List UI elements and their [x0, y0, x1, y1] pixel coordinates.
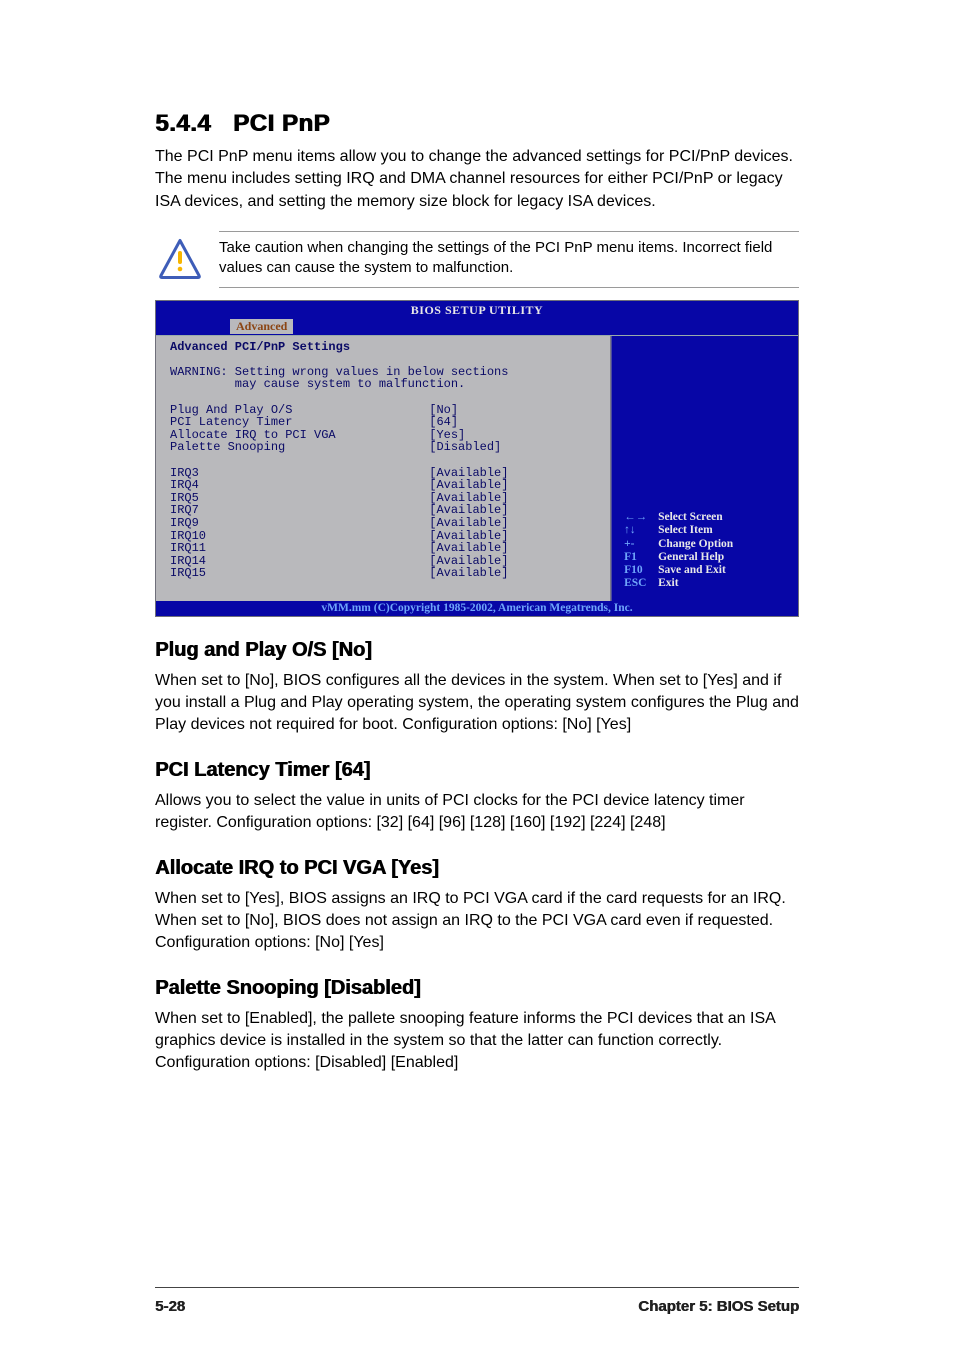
subsection-body: When set to [Enabled], the pallete snoop…	[155, 1008, 799, 1075]
bios-line	[170, 454, 602, 467]
bios-nav-hints: ←→Select Screen↑↓Select Item+-Change Opt…	[624, 511, 733, 590]
bios-nav-key: ↑↓	[624, 524, 658, 537]
page: 5.4.4 PCI PnP The PCI PnP menu items allo…	[0, 0, 954, 1351]
subsection-heading: PCI Latency Timer [64]	[155, 759, 799, 782]
bios-title: BIOS SETUP UTILITY	[156, 301, 798, 319]
bios-nav-row: ↑↓Select Item	[624, 524, 733, 537]
bios-setup-panel: BIOS SETUP UTILITY Advanced Advanced PCI…	[155, 300, 799, 617]
bios-settings-pane: Advanced PCI/PnP Settings WARNING: Setti…	[156, 336, 611, 601]
subsection-heading: Palette Snooping [Disabled]	[155, 977, 799, 1000]
subsections: Plug and Play O/S [No] When set to [No], …	[155, 639, 799, 1075]
bios-nav-row: ESCExit	[624, 577, 733, 590]
bios-nav-label: Exit	[658, 577, 678, 590]
alert-triangle-icon	[155, 231, 205, 288]
section-intro: The PCI PnP menu items allow you to chan…	[155, 146, 799, 213]
bios-line: may cause system to malfunction.	[170, 378, 602, 391]
bios-nav-row: F1General Help	[624, 551, 733, 564]
bios-copyright: vMM.mm (C)Copyright 1985-2002, American …	[156, 601, 798, 616]
bios-line	[170, 391, 602, 404]
bios-nav-label: General Help	[658, 551, 724, 564]
bios-line: IRQ4 [Available]	[170, 479, 602, 492]
section-heading: 5.4.4 PCI PnP	[155, 110, 799, 138]
bios-help-pane: ←→Select Screen↑↓Select Item+-Change Opt…	[611, 336, 798, 601]
bios-line: IRQ15 [Available]	[170, 567, 602, 580]
page-footer: 5-28 Chapter 5: BIOS Setup	[155, 1287, 799, 1315]
subsection-body: When set to [Yes], BIOS assigns an IRQ t…	[155, 888, 799, 955]
bios-nav-row: ←→Select Screen	[624, 511, 733, 524]
bios-nav-label: Select Item	[658, 524, 713, 537]
bios-nav-label: Select Screen	[658, 511, 723, 524]
subsection-heading: Plug and Play O/S [No]	[155, 639, 799, 662]
section-number: 5.4.4	[155, 110, 211, 137]
bios-line: IRQ11 [Available]	[170, 542, 602, 555]
bios-line: PCI Latency Timer [64]	[170, 416, 602, 429]
bios-nav-key: F1	[624, 551, 658, 564]
chapter-label: Chapter 5: BIOS Setup	[638, 1298, 799, 1315]
caution-text: Take caution when changing the settings …	[219, 231, 799, 288]
bios-tab-bar: Advanced	[156, 319, 798, 335]
bios-nav-label: Save and Exit	[658, 564, 726, 577]
bios-nav-key: ←→	[624, 511, 658, 524]
bios-nav-row: F10Save and Exit	[624, 564, 733, 577]
bios-line: Advanced PCI/PnP Settings	[170, 341, 602, 354]
subsection-body: When set to [No], BIOS configures all th…	[155, 670, 799, 737]
subsection-heading: Allocate IRQ to PCI VGA [Yes]	[155, 857, 799, 880]
bios-nav-key: F10	[624, 564, 658, 577]
bios-nav-row: +-Change Option	[624, 538, 733, 551]
bios-tab-advanced[interactable]: Advanced	[230, 319, 293, 334]
page-number: 5-28	[155, 1298, 185, 1315]
subsection-body: Allows you to select the value in units …	[155, 790, 799, 835]
bios-nav-key: ESC	[624, 577, 658, 590]
bios-nav-label: Change Option	[658, 538, 733, 551]
bios-line	[170, 353, 602, 366]
caution-note: Take caution when changing the settings …	[155, 231, 799, 288]
section-name: PCI PnP	[233, 110, 330, 137]
bios-line	[170, 580, 602, 593]
bios-nav-key: +-	[624, 538, 658, 551]
bios-line: Palette Snooping [Disabled]	[170, 441, 602, 454]
bios-line: IRQ9 [Available]	[170, 517, 602, 530]
